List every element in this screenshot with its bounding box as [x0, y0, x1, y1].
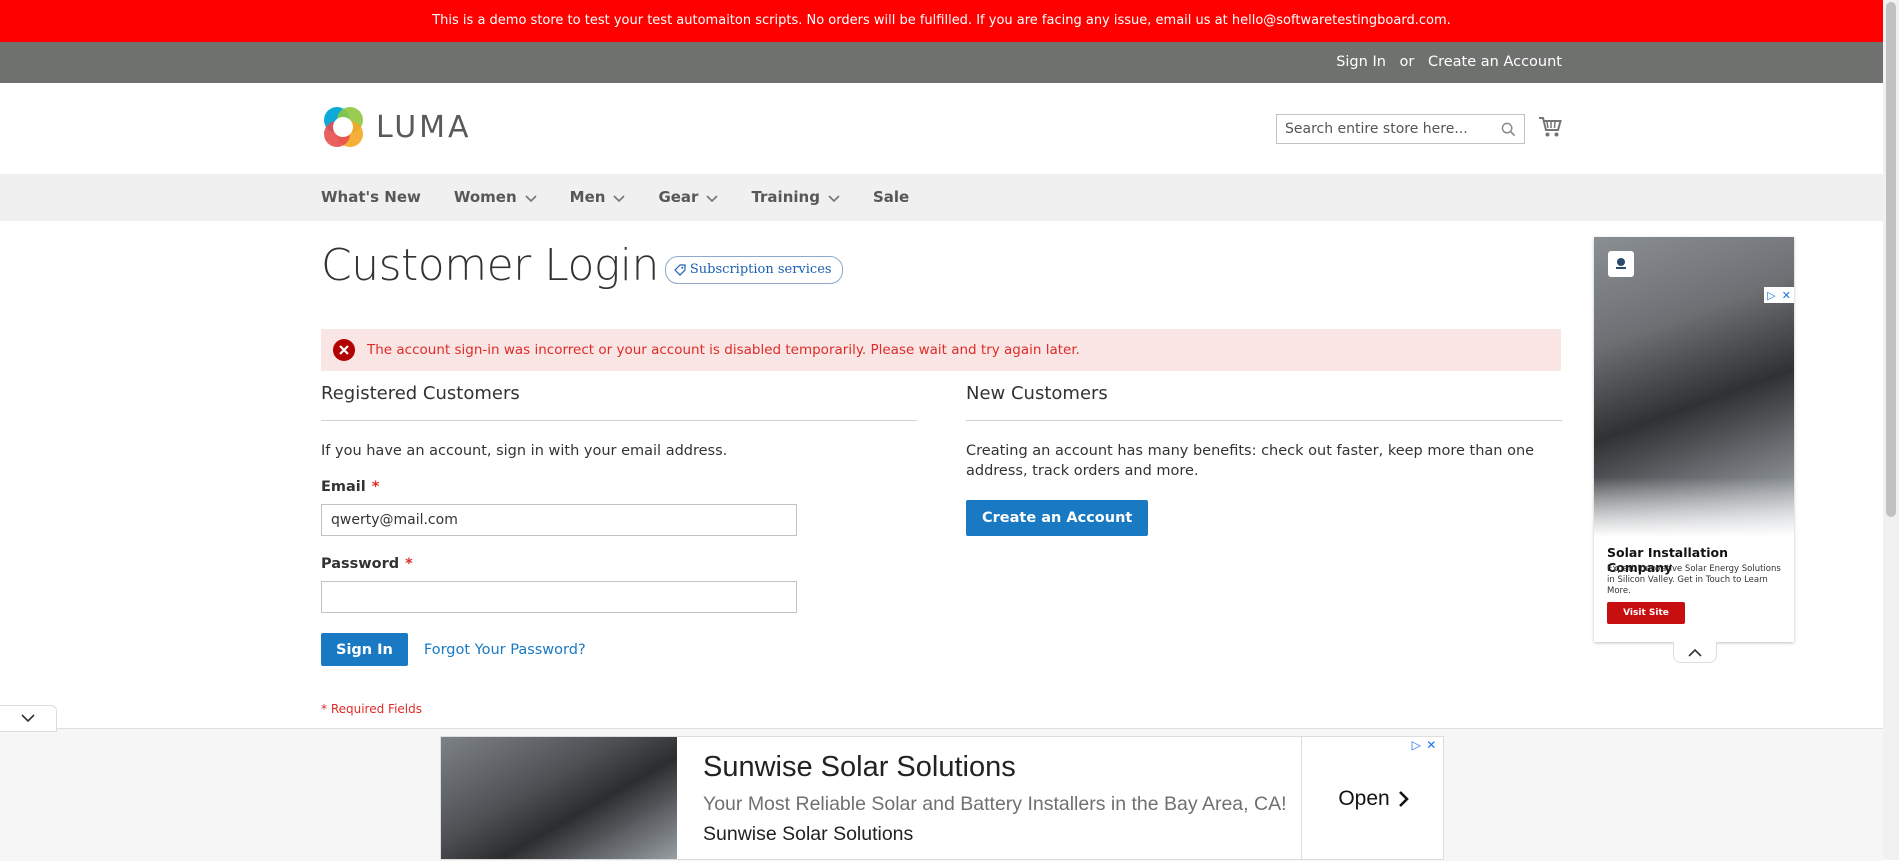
main-navigation: What's New Women Men Gear Training Sale: [0, 174, 1883, 221]
chevron-down-icon: [706, 194, 719, 202]
email-label: Email *: [321, 479, 917, 495]
chevron-down-icon: [21, 714, 35, 723]
demo-notice-banner: This is a demo store to test your test a…: [0, 0, 1883, 42]
nav-item-training[interactable]: Training: [751, 174, 840, 221]
nav-item-sale[interactable]: Sale: [873, 174, 909, 221]
email-label-text: Email: [321, 479, 366, 495]
luma-logo[interactable]: LUMA: [321, 105, 472, 149]
forgot-password-link[interactable]: Forgot Your Password?: [424, 642, 586, 658]
registered-customers-title: Registered Customers: [321, 383, 917, 421]
chevron-right-icon: [1398, 791, 1409, 807]
required-mark: *: [371, 479, 380, 495]
logo-text: LUMA: [376, 109, 472, 145]
demo-notice-text: This is a demo store to test your test a…: [432, 13, 1451, 28]
side-advertisement[interactable]: ▷ ✕ Solar Installation Company Expert Inn…: [1594, 237, 1794, 642]
nav-item-label: Gear: [658, 188, 699, 206]
chevron-down-icon: [828, 194, 840, 202]
bottom-ad-subline: Your Most Reliable Solar and Battery Ins…: [703, 793, 1287, 815]
registered-intro: If you have an account, sign in with you…: [321, 443, 728, 459]
cart-icon[interactable]: [1538, 116, 1562, 142]
ad-description: Expert Innovative Solar Energy Solutions…: [1607, 564, 1781, 596]
login-actions: Sign In Forgot Your Password?: [321, 633, 917, 666]
scrollbar-thumb[interactable]: [1886, 2, 1896, 517]
tag-icon: [674, 263, 686, 276]
ad-photo: [1594, 237, 1794, 537]
chevron-down-icon: [525, 194, 537, 202]
required-fields-note: * Required Fields: [321, 702, 422, 716]
nav-item-label: Sale: [872, 188, 910, 206]
sign-in-link[interactable]: Sign In: [1336, 42, 1386, 83]
registered-customers-block: Registered Customers If you have an acco…: [321, 383, 917, 716]
search-box: [1276, 114, 1525, 144]
nav-item-label: Training: [751, 188, 820, 206]
new-customers-title: New Customers: [966, 383, 1562, 421]
ad-choices-icon[interactable]: ▷ ✕: [1409, 737, 1439, 753]
error-message: The account sign-in was incorrect or you…: [367, 342, 1080, 358]
bottom-advertisement[interactable]: Sunwise Solar Solutions Your Most Reliab…: [440, 736, 1444, 860]
top-account-bar: Sign In or Create an Account: [0, 42, 1883, 83]
subscription-services-label: Subscription services: [689, 262, 832, 277]
luma-logo-icon: [324, 107, 363, 147]
page-title: Customer Login: [321, 240, 659, 291]
bottom-ad-photo: [441, 737, 677, 859]
chevron-up-icon: [1688, 648, 1702, 657]
nav-item-label: Women: [453, 188, 517, 206]
password-label-text: Password: [321, 556, 400, 572]
email-field[interactable]: qwerty@mail.com: [321, 504, 797, 536]
email-value: qwerty@mail.com: [331, 512, 458, 528]
ad-choices-icon[interactable]: ▷ ✕: [1764, 287, 1794, 303]
nav-item-whats-new[interactable]: What's New: [321, 174, 421, 221]
ad-brand-icon: [1608, 251, 1634, 277]
visit-site-button[interactable]: Visit Site: [1607, 602, 1685, 624]
required-mark: *: [405, 556, 413, 572]
search-icon[interactable]: [1501, 122, 1516, 141]
error-alert: The account sign-in was incorrect or you…: [321, 329, 1561, 371]
bottom-ad-toggle[interactable]: [0, 705, 57, 732]
nav-item-men[interactable]: Men: [570, 174, 626, 221]
nav-item-women[interactable]: Women: [454, 174, 537, 221]
site-header: LUMA: [0, 83, 1883, 174]
subscription-services-badge[interactable]: Subscription services: [664, 255, 843, 284]
new-customers-block: New Customers Creating an account has ma…: [966, 383, 1562, 536]
new-customers-text: Creating an account has many benefits: c…: [966, 443, 1535, 479]
bottom-ad-advertiser: Sunwise Solar Solutions: [703, 823, 914, 845]
error-icon: [333, 339, 355, 361]
nav-item-gear[interactable]: Gear: [658, 174, 719, 221]
password-field[interactable]: [321, 581, 797, 613]
ad-collapse-button[interactable]: [1673, 642, 1717, 663]
page-title-row: Customer Login Subscription services: [321, 240, 843, 291]
search-input[interactable]: [1277, 115, 1503, 143]
bottom-ad-headline: Sunwise Solar Solutions: [703, 751, 1016, 783]
password-label: Password *: [321, 556, 917, 572]
nav-item-label: Men: [569, 188, 606, 206]
create-account-button[interactable]: Create an Account: [966, 500, 1149, 536]
chevron-down-icon: [613, 194, 626, 202]
page-scrollbar[interactable]: [1883, 0, 1899, 860]
or-separator: or: [1399, 54, 1415, 70]
open-label: Open: [1338, 787, 1390, 810]
sign-in-button[interactable]: Sign In: [321, 633, 408, 666]
nav-item-label: What's New: [321, 188, 421, 206]
bottom-ad-open-button[interactable]: Open: [1301, 737, 1443, 859]
create-account-link[interactable]: Create an Account: [1428, 42, 1562, 83]
